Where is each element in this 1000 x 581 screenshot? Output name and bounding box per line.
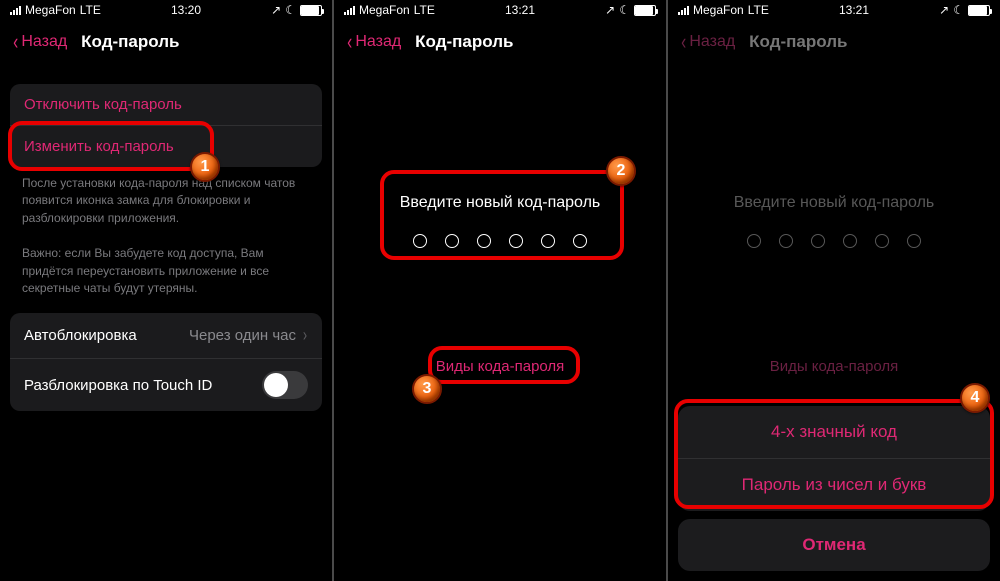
back-button[interactable]: ‹ Назад [12,31,67,53]
autolock-value: Через один час [189,327,296,344]
screen-enter-passcode: MegaFon LTE 13:21 ↗ ☾ ‹ Назад Код-пароль… [334,0,666,581]
passcode-dots [668,234,1000,248]
passcode-dot [445,234,459,248]
dnd-icon: ↗ [605,3,615,17]
change-passcode-cell[interactable]: Изменить код-пароль [10,125,322,167]
touchid-cell[interactable]: Разблокировка по Touch ID [10,358,322,411]
passcode-dot [509,234,523,248]
clock: 13:20 [171,3,201,17]
passcode-dot [413,234,427,248]
signal-icon [678,6,689,15]
passcode-dots[interactable] [334,234,666,248]
step-badge-3: 3 [412,374,442,404]
footer-note-1: После установки кода-пароля над списком … [0,167,332,227]
page-title: Код-пароль [415,32,513,52]
back-button[interactable]: ‹ Назад [346,31,401,53]
chevron-right-icon: › [303,325,307,346]
dnd-icon: ↗ [939,3,949,17]
carrier-label: MegaFon [25,3,76,17]
enter-passcode-prompt: Введите новый код-пароль [334,194,666,212]
chevron-left-icon: ‹ [347,31,352,53]
screen-passcode-types: MegaFon LTE 13:21 ↗ ☾ ‹ Назад Код-пароль… [668,0,1000,581]
change-passcode-label: Изменить код-пароль [24,138,174,155]
battery-icon [968,5,990,16]
chevron-left-icon: ‹ [681,31,686,53]
footer-note-2: Важно: если Вы забудете код доступа, Вам… [0,237,332,297]
passcode-dot [843,234,857,248]
signal-icon [344,6,355,15]
passcode-dot [747,234,761,248]
option-alphanumeric[interactable]: Пароль из чисел и букв [678,458,990,511]
clock: 13:21 [505,3,535,17]
passcode-actions-group: Отключить код-пароль Изменить код-пароль [10,84,322,167]
status-bar: MegaFon LTE 13:20 ↗ ☾ [0,0,332,20]
battery-icon [300,5,322,16]
page-title: Код-пароль [749,32,847,52]
autolock-label: Автоблокировка [24,327,137,344]
page-title: Код-пароль [81,32,179,52]
passcode-dot [477,234,491,248]
screen-passcode-settings: MegaFon LTE 13:20 ↗ ☾ ‹ Назад Код-пароль… [0,0,332,581]
back-label: Назад [689,33,735,51]
carrier-label: MegaFon [693,3,744,17]
status-bar: MegaFon LTE 13:21 ↗ ☾ [334,0,666,20]
signal-icon [10,6,21,15]
disable-passcode-label: Отключить код-пароль [24,96,182,113]
nav-bar: ‹ Назад Код-пароль [0,20,332,64]
network-label: LTE [80,3,101,17]
passcode-dot [573,234,587,248]
back-button[interactable]: ‹ Назад [680,31,735,53]
network-label: LTE [414,3,435,17]
step-badge-4: 4 [960,383,990,413]
clock: 13:21 [839,3,869,17]
touchid-toggle[interactable] [262,371,308,399]
carrier-label: MegaFon [359,3,410,17]
moon-icon: ☾ [285,3,296,17]
passcode-dot [875,234,889,248]
moon-icon: ☾ [953,3,964,17]
passcode-types-link: Виды кода-пароля [668,358,1000,375]
chevron-left-icon: ‹ [13,31,18,53]
nav-bar: ‹ Назад Код-пароль [334,20,666,64]
autolock-cell[interactable]: Автоблокировка Через один час › [10,313,322,358]
disable-passcode-cell[interactable]: Отключить код-пароль [10,84,322,125]
network-label: LTE [748,3,769,17]
back-label: Назад [355,33,401,51]
step-badge-1: 1 [190,152,220,182]
back-label: Назад [21,33,67,51]
status-bar: MegaFon LTE 13:21 ↗ ☾ [668,0,1000,20]
passcode-dot [541,234,555,248]
touchid-label: Разблокировка по Touch ID [24,377,212,394]
step-badge-2: 2 [606,156,636,186]
action-sheet-cancel[interactable]: Отмена [678,519,990,571]
dnd-icon: ↗ [271,3,281,17]
enter-passcode-prompt: Введите новый код-пароль [668,194,1000,212]
nav-bar: ‹ Назад Код-пароль [668,20,1000,64]
passcode-dot [779,234,793,248]
passcode-dot [811,234,825,248]
passcode-dot [907,234,921,248]
autolock-group: Автоблокировка Через один час › Разблоки… [10,313,322,411]
moon-icon: ☾ [619,3,630,17]
passcode-types-link[interactable]: Виды кода-пароля [334,358,666,375]
action-sheet-options: 4-х значный код Пароль из чисел и букв [678,406,990,511]
option-4digit[interactable]: 4-х значный код [678,406,990,458]
battery-icon [634,5,656,16]
action-sheet: 4-х значный код Пароль из чисел и букв О… [678,406,990,571]
